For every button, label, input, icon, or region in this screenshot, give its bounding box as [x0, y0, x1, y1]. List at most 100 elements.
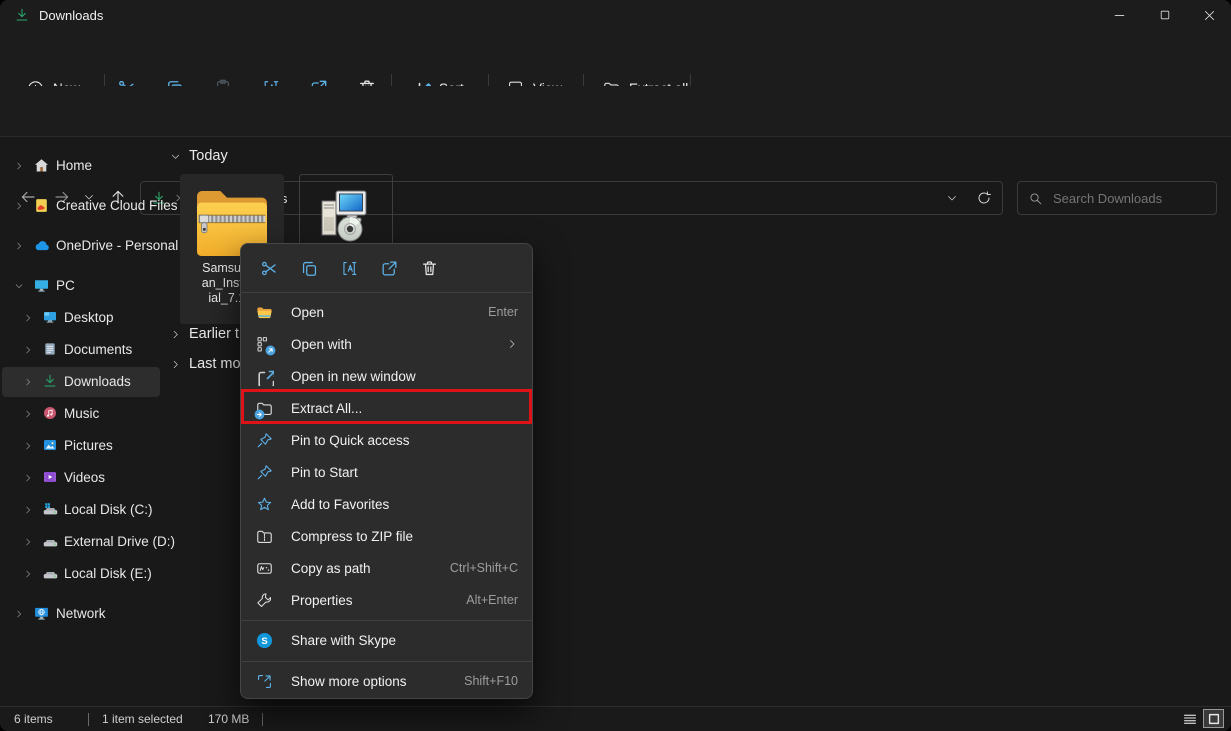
item-count: 6 items — [14, 712, 53, 726]
external-drive-d-icon — [42, 533, 59, 550]
extract-all-icon — [255, 399, 274, 418]
menu-item-show-more-options[interactable]: Show more options Shift+F10 — [246, 665, 527, 697]
installer-setup-icon — [314, 181, 378, 245]
selection-size: 170 MB — [208, 712, 249, 726]
maximize-icon — [1158, 8, 1172, 22]
videos-icon — [42, 469, 58, 485]
address-bar-row: PC Downloads — [0, 86, 1231, 137]
menu-item-extract-all[interactable]: Extract All... — [246, 392, 527, 424]
downloads-folder-icon — [14, 7, 30, 23]
shortcut-ctrl-shift-c: Ctrl+Shift+C — [450, 561, 518, 575]
sidebar-item-pc[interactable]: PC — [2, 271, 160, 301]
menu-item-pin-quick-access[interactable]: Pin to Quick access — [246, 424, 527, 456]
shortcut-shift-f10: Shift+F10 — [464, 674, 518, 688]
titlebar: Downloads — [0, 0, 1231, 30]
local-disk-c-icon — [42, 501, 59, 518]
cut-icon — [260, 259, 279, 278]
menu-cut-button[interactable] — [251, 251, 287, 285]
menu-rename-button[interactable] — [331, 251, 367, 285]
sidebar-item-external-drive-d[interactable]: External Drive (D:) — [2, 527, 160, 557]
downloads-icon — [42, 373, 58, 389]
trash-icon — [420, 259, 439, 278]
skype-icon: S — [255, 631, 274, 650]
wrench-icon — [255, 591, 274, 610]
menu-share-button[interactable] — [371, 251, 407, 285]
menu-item-pin-start[interactable]: Pin to Start — [246, 456, 527, 488]
status-separator — [262, 713, 263, 726]
sidebar-item-creative-cloud-files[interactable]: Creative Cloud Files — [2, 191, 160, 221]
open-with-icon — [255, 335, 274, 354]
desktop-icon — [42, 309, 58, 325]
star-icon — [255, 495, 274, 514]
path-icon — [255, 559, 274, 578]
minimize-icon — [1112, 8, 1127, 23]
sidebar-item-onedrive[interactable]: OneDrive - Personal — [2, 231, 160, 261]
sidebar-item-music[interactable]: Music — [2, 399, 160, 429]
shortcut-alt-enter: Alt+Enter — [466, 593, 518, 607]
sidebar-item-pictures[interactable]: Pictures — [2, 431, 160, 461]
menu-separator — [242, 620, 532, 621]
large-icons-view-icon — [1207, 712, 1221, 726]
maximize-button[interactable] — [1142, 0, 1188, 30]
pin-icon — [255, 431, 274, 450]
menu-separator — [242, 292, 532, 293]
zip-folder-icon — [255, 527, 274, 546]
details-view-toggle[interactable] — [1180, 710, 1200, 728]
close-button[interactable] — [1188, 0, 1231, 30]
onedrive-cloud-icon — [33, 237, 51, 255]
pc-icon — [33, 277, 50, 294]
documents-icon — [42, 341, 58, 357]
context-menu: Open Enter Open with Open in new window — [240, 243, 533, 699]
local-disk-e-icon — [42, 565, 59, 582]
expand-icon — [255, 672, 274, 691]
shortcut-enter: Enter — [488, 305, 518, 319]
close-icon — [1202, 8, 1217, 23]
selection-count: 1 item selected — [102, 712, 183, 726]
menu-item-properties[interactable]: Properties Alt+Enter — [246, 584, 527, 616]
status-bar: 6 items 1 item selected 170 MB — [0, 706, 1231, 731]
large-icons-view-toggle[interactable] — [1203, 709, 1224, 728]
menu-item-open-with[interactable]: Open with — [246, 328, 527, 360]
menu-item-open-new-window[interactable]: Open in new window — [246, 360, 527, 392]
music-icon — [42, 405, 58, 421]
share-icon — [380, 259, 399, 278]
chevron-right-icon — [170, 359, 181, 370]
minimize-button[interactable] — [1096, 0, 1142, 30]
navigation-pane: Home Creative Cloud Files OneDrive - Per… — [0, 136, 163, 706]
menu-delete-button[interactable] — [411, 251, 447, 285]
group-header-earlier[interactable]: Earlier th — [170, 326, 247, 342]
menu-item-share-skype[interactable]: S Share with Skype — [246, 624, 527, 656]
menu-item-copy-as-path[interactable]: Copy as path Ctrl+Shift+C — [246, 552, 527, 584]
creative-cloud-icon — [33, 197, 50, 214]
sidebar-item-network[interactable]: Network — [2, 599, 160, 629]
home-icon — [33, 157, 50, 174]
menu-copy-button[interactable] — [291, 251, 327, 285]
details-view-icon — [1182, 711, 1198, 727]
sidebar-item-local-disk-e[interactable]: Local Disk (E:) — [2, 559, 160, 589]
sidebar-item-documents[interactable]: Documents — [2, 335, 160, 365]
submenu-chevron-icon — [506, 338, 518, 350]
command-bar: New Sort View Extract all — [0, 30, 1231, 86]
sidebar-item-home[interactable]: Home — [2, 151, 160, 181]
sidebar-item-local-disk-c[interactable]: Local Disk (C:) — [2, 495, 160, 525]
group-header-last[interactable]: Last mor — [170, 356, 245, 372]
file-explorer-window: Downloads New Sort View — [0, 0, 1231, 731]
open-folder-icon — [255, 303, 274, 322]
svg-text:S: S — [261, 635, 267, 646]
menu-separator — [242, 661, 532, 662]
rename-icon — [340, 259, 359, 278]
pin-icon — [255, 463, 274, 482]
sidebar-item-downloads[interactable]: Downloads — [2, 367, 160, 397]
sidebar-item-videos[interactable]: Videos — [2, 463, 160, 493]
menu-item-open[interactable]: Open Enter — [246, 296, 527, 328]
status-separator — [88, 713, 89, 726]
new-window-icon — [255, 367, 274, 386]
chevron-right-icon — [170, 329, 181, 340]
menu-item-add-favorites[interactable]: Add to Favorites — [246, 488, 527, 520]
menu-item-compress-zip[interactable]: Compress to ZIP file — [246, 520, 527, 552]
chevron-down-icon — [170, 151, 181, 162]
window-title: Downloads — [39, 8, 103, 23]
copy-icon — [300, 259, 319, 278]
sidebar-item-desktop[interactable]: Desktop — [2, 303, 160, 333]
group-header-today[interactable]: Today — [170, 148, 228, 164]
